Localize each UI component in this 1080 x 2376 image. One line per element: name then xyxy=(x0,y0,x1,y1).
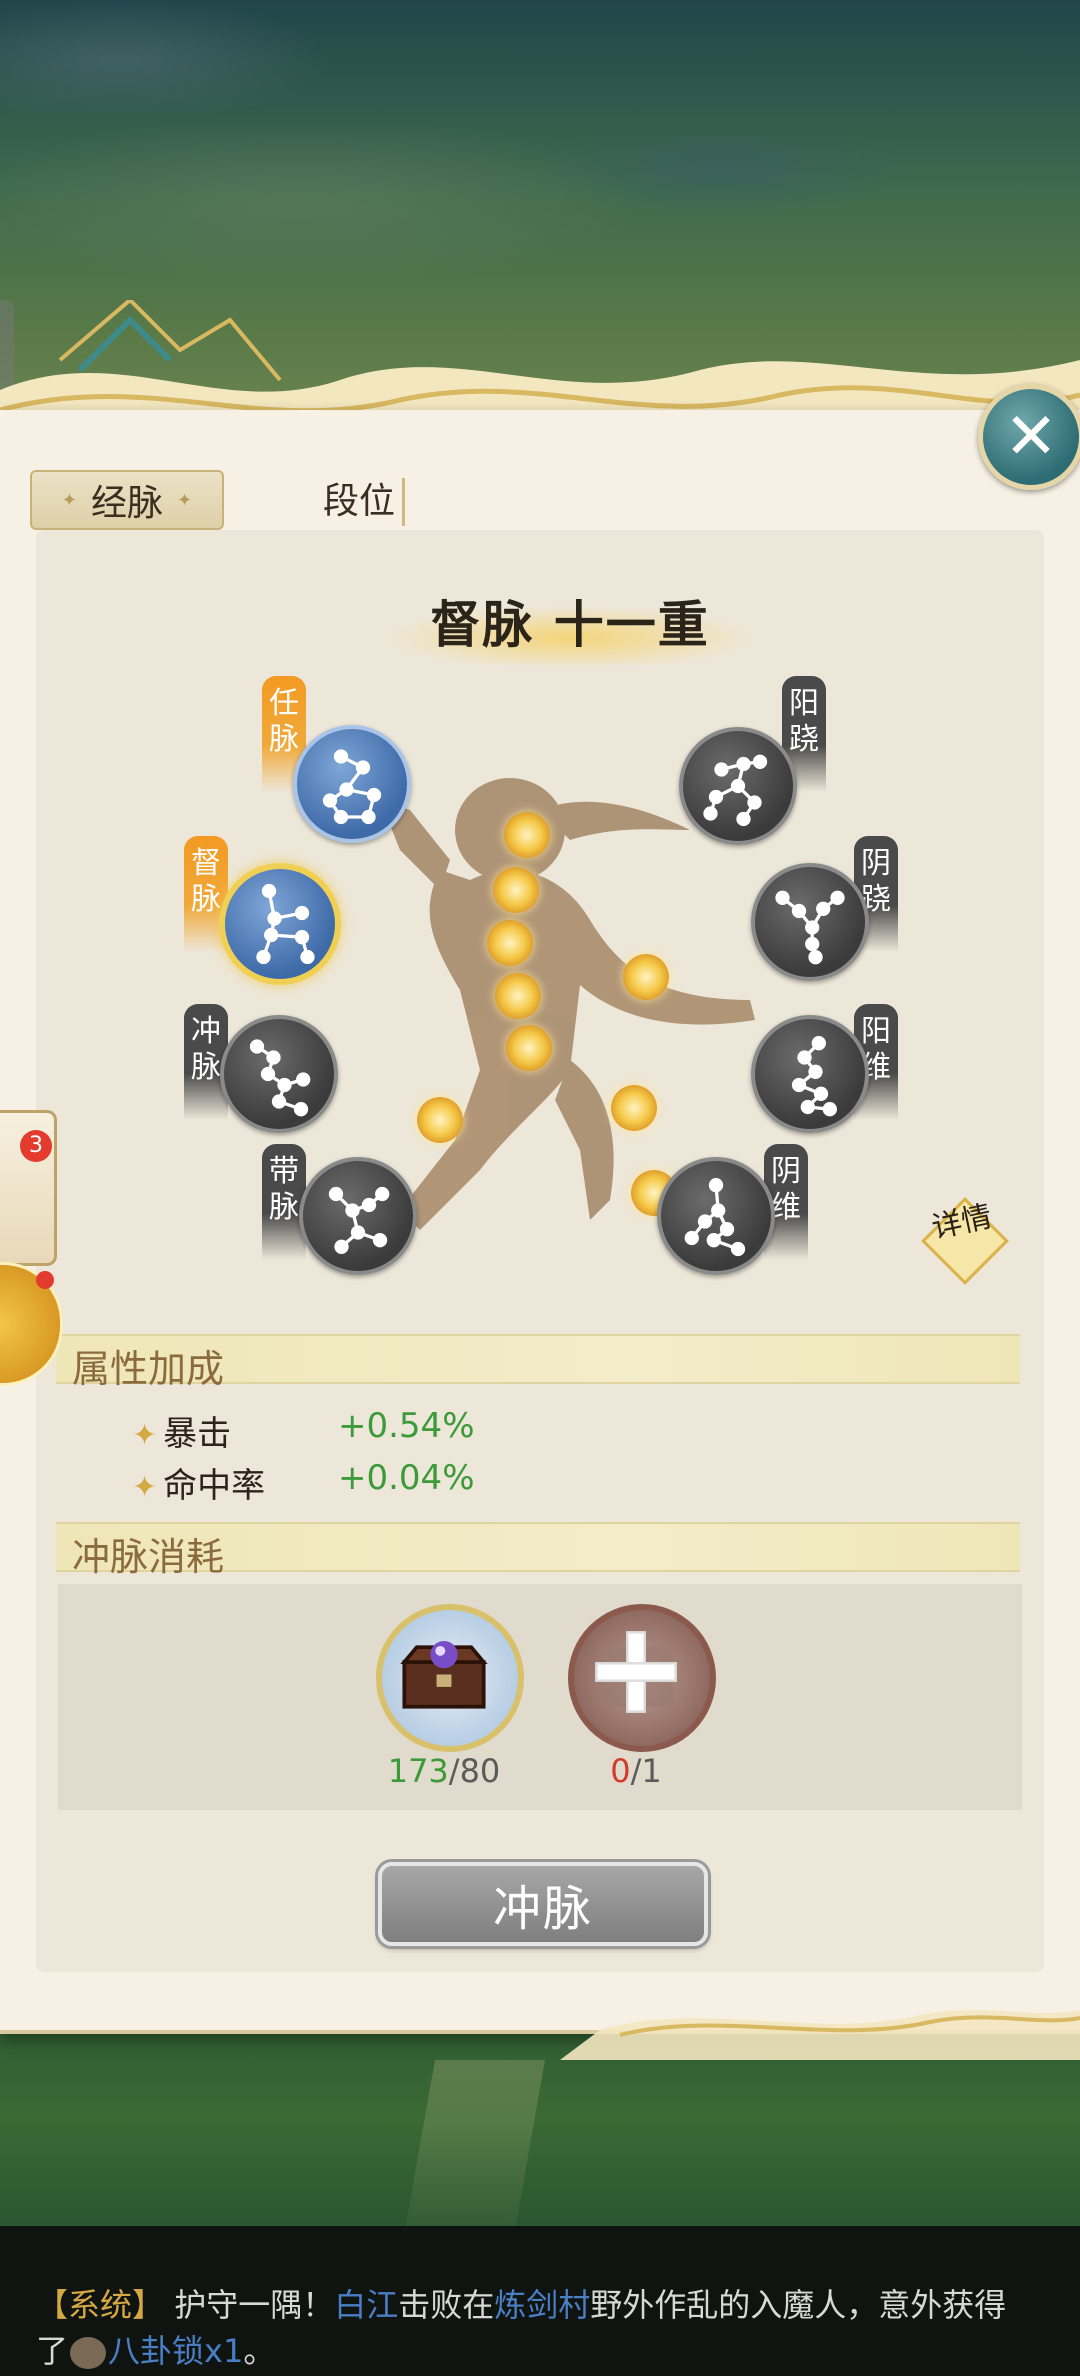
meridian-node-du[interactable] xyxy=(219,863,341,985)
attributes-header: 属性加成 xyxy=(56,1334,1020,1391)
tab-rank[interactable]: 段位 xyxy=(264,470,454,526)
cost-count-chest: 173/80 xyxy=(387,1752,501,1790)
star-icon: ✦ xyxy=(132,1470,158,1505)
stat-value-crit: +0.54% xyxy=(338,1406,475,1446)
acupoint-3[interactable] xyxy=(487,920,533,966)
meridian-node-yangqiao[interactable] xyxy=(679,727,797,845)
tab-divider xyxy=(402,478,405,526)
meridian-node-ren[interactable] xyxy=(293,725,411,843)
constellation-icon xyxy=(791,1036,837,1117)
details-button[interactable]: 详情 xyxy=(921,1197,1009,1285)
cost-header: 冲脉消耗 xyxy=(56,1522,1020,1579)
constellation-icon xyxy=(322,749,382,825)
constellation-icon xyxy=(256,883,315,965)
acupoint-4[interactable] xyxy=(623,954,669,1000)
acupoint-8[interactable] xyxy=(611,1085,657,1131)
chat-line-2: 了八卦锁x1。 xyxy=(36,2332,276,2370)
stat-row-hit: ✦ 命中率 xyxy=(132,1466,266,1506)
meridian-node-chong[interactable] xyxy=(220,1015,338,1133)
cost-item-add[interactable] xyxy=(568,1604,716,1752)
cost-box xyxy=(58,1584,1022,1810)
constellation-icon xyxy=(703,754,768,827)
system-chat-bar[interactable]: 【系统】 护守一隅！白江击败在炼剑村野外作乱的入魔人，意外获得 了八卦锁x1。 xyxy=(0,2226,1080,2376)
constellation-icon xyxy=(775,890,845,965)
cost-count-add: 0/1 xyxy=(610,1752,662,1790)
constellation-icon xyxy=(684,1178,746,1257)
red-dot-icon xyxy=(36,1271,54,1289)
acupoint-2[interactable] xyxy=(493,867,539,913)
notification-badge: 3 xyxy=(20,1130,52,1162)
page-title: 督脉 十一重 xyxy=(430,595,710,654)
meridian-node-yinwei[interactable] xyxy=(657,1157,775,1275)
tab-bar: 经脉 段位 xyxy=(30,470,454,530)
stat-row-crit: ✦ 暴击 xyxy=(132,1414,232,1454)
close-icon: ✕ xyxy=(1004,400,1058,474)
meridian-label-dai: 带脉 xyxy=(262,1144,306,1260)
cost-item-chest[interactable] xyxy=(376,1604,524,1752)
meridian-node-yangwei[interactable] xyxy=(751,1015,869,1133)
close-button[interactable]: ✕ xyxy=(978,384,1080,490)
chat-line-1: 【系统】 护守一隅！白江击败在炼剑村野外作乱的入魔人，意外获得 xyxy=(36,2286,1007,2324)
item-icon xyxy=(70,2337,107,2369)
acupoint-6[interactable] xyxy=(506,1025,552,1071)
meridian-node-dai[interactable] xyxy=(299,1157,417,1275)
star-icon: ✦ xyxy=(132,1418,158,1453)
acupoint-1[interactable] xyxy=(504,812,550,858)
acupoint-7[interactable] xyxy=(417,1097,463,1143)
acupoint-5[interactable] xyxy=(495,973,541,1019)
break-through-button[interactable]: 冲脉 xyxy=(378,1862,708,1946)
decorative-cloud-bottom xyxy=(560,2010,1080,2060)
treasure-chest-icon xyxy=(400,1641,488,1709)
stat-value-hit: +0.04% xyxy=(338,1458,475,1498)
constellation-icon xyxy=(328,1186,390,1254)
constellation-icon xyxy=(249,1039,311,1117)
add-item-icon xyxy=(595,1631,677,1713)
meridian-node-yinqiao[interactable] xyxy=(751,863,869,981)
tab-meridians[interactable]: 经脉 xyxy=(30,470,224,530)
